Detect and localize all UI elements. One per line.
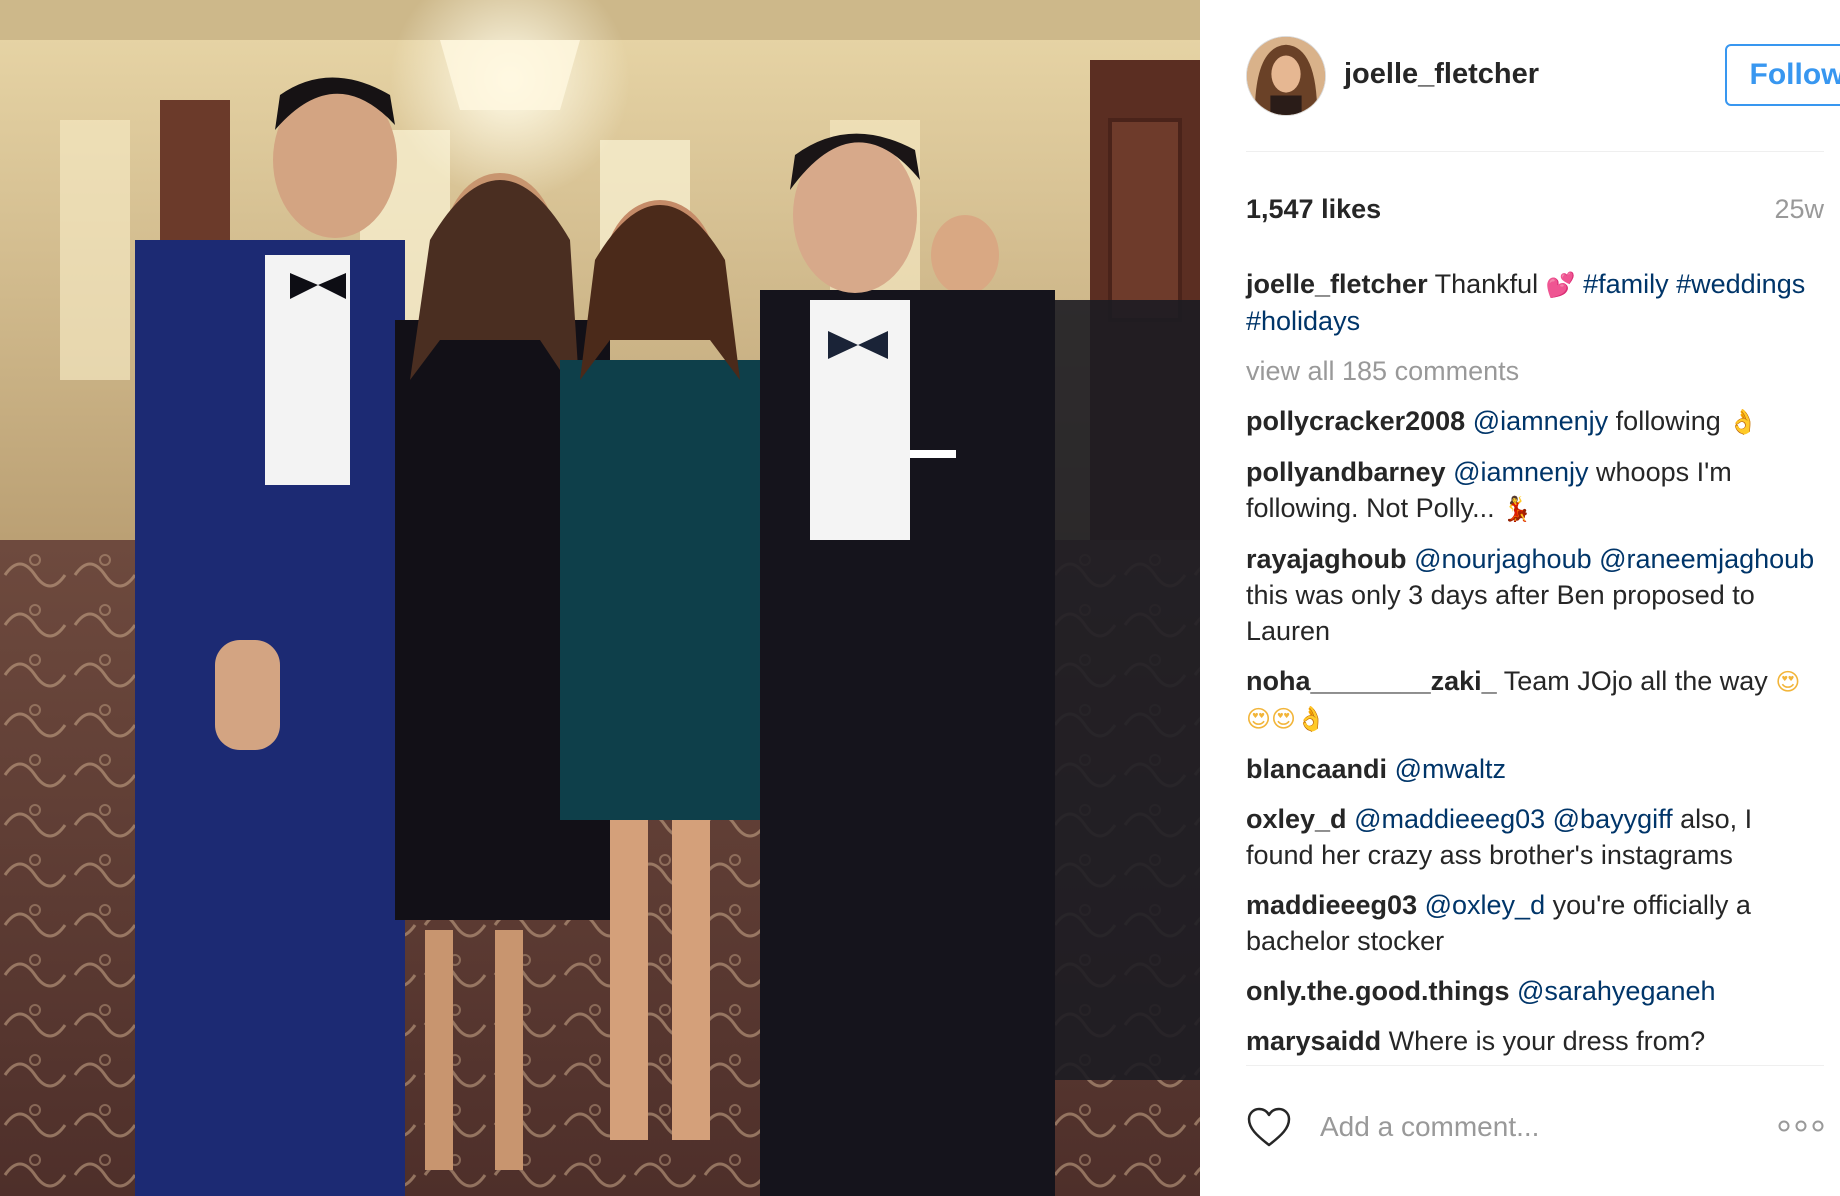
comment: noha________zaki_ Team JOjo all the way … [1246, 663, 1824, 737]
comment: only.the.good.things @sarahyeganeh [1246, 973, 1824, 1009]
add-comment-row [1246, 1100, 1824, 1160]
comment-username[interactable]: pollyandbarney [1246, 457, 1446, 487]
dancer-emoji: 💃 [1502, 495, 1533, 523]
hashtag-holidays[interactable]: #holidays [1246, 306, 1360, 336]
like-count[interactable]: 1,547 likes [1246, 194, 1381, 225]
comment-username[interactable]: maddieeeg03 [1246, 890, 1417, 920]
comment-mention[interactable]: @oxley_d [1425, 890, 1545, 920]
post-timestamp[interactable]: 25w [1774, 194, 1824, 225]
post-sidebar: joelle_fletcher Follow 1,547 likes 25w j… [1200, 0, 1840, 1196]
likes-row: 1,547 likes 25w [1246, 194, 1824, 230]
avatar-image [1247, 37, 1325, 115]
comment-mention[interactable]: @mwaltz [1395, 754, 1506, 784]
comment-mention[interactable]: @nourjaghoub [1414, 544, 1592, 574]
photo-illustration [0, 0, 1200, 1196]
comment-mention[interactable]: @sarahyeganeh [1517, 976, 1716, 1006]
post-author-username[interactable]: joelle_fletcher [1344, 58, 1539, 91]
comment: rayajaghoub @nourjaghoub @raneemjaghoub … [1246, 541, 1824, 649]
comment-username[interactable]: only.the.good.things [1246, 976, 1509, 1006]
hashtag-weddings[interactable]: #weddings [1676, 269, 1805, 299]
more-options-icon[interactable] [1778, 1118, 1824, 1134]
comment-username[interactable]: rayajaghoub [1246, 544, 1407, 574]
comment: maddieeeg03 @oxley_d you're officially a… [1246, 887, 1824, 959]
comment: oxley_d @maddieeeg03 @bayygiff also, I f… [1246, 801, 1824, 873]
heart-icon[interactable] [1246, 1106, 1292, 1148]
comment-username[interactable]: pollycracker2008 [1246, 406, 1465, 436]
comment-username[interactable]: oxley_d [1246, 804, 1347, 834]
comment-text: Where is your dress from? [1388, 1026, 1706, 1056]
comment-input[interactable] [1320, 1106, 1760, 1148]
header-divider [1246, 151, 1824, 152]
comment-username[interactable]: noha________zaki_ [1246, 666, 1497, 696]
comment-mention[interactable]: @iamnenjy [1453, 457, 1588, 487]
comment-mention[interactable]: @bayygiff [1553, 804, 1673, 834]
caption-text: Thankful [1434, 269, 1539, 299]
post-header: joelle_fletcher Follow [1246, 36, 1840, 116]
comment: pollycracker2008 @iamnenjy following 👌 [1246, 403, 1824, 440]
hashtag-family[interactable]: #family [1583, 269, 1669, 299]
comment-text: following [1615, 406, 1721, 436]
comment-list: joelle_fletcher Thankful 💕 #family #wedd… [1246, 266, 1824, 1073]
caption: joelle_fletcher Thankful 💕 #family #wedd… [1246, 266, 1824, 339]
comment-username[interactable]: blancaandi [1246, 754, 1387, 784]
two-hearts-emoji: 💕 [1545, 271, 1576, 299]
comment-divider [1246, 1065, 1824, 1066]
comment: blancaandi @mwaltz [1246, 751, 1824, 787]
view-all-comments-link[interactable]: view all 185 comments [1246, 353, 1824, 389]
post-photo[interactable] [0, 0, 1200, 1196]
comment-mention[interactable]: @maddieeeg03 [1354, 804, 1545, 834]
comment-mention[interactable]: @iamnenjy [1473, 406, 1608, 436]
caption-username[interactable]: joelle_fletcher [1246, 269, 1428, 299]
comment-text: Team JOjo all the way [1503, 666, 1768, 696]
comment-mention[interactable]: @raneemjaghoub [1599, 544, 1814, 574]
follow-button[interactable]: Follow [1725, 44, 1840, 106]
avatar[interactable] [1246, 36, 1326, 116]
ok-hand-emoji: 👌 [1728, 408, 1759, 436]
comment: marysaidd Where is your dress from? [1246, 1023, 1824, 1059]
comment: pollyandbarney @iamnenjy whoops I'm foll… [1246, 454, 1824, 527]
comment-username[interactable]: marysaidd [1246, 1026, 1381, 1056]
comment-text: this was only 3 days after Ben proposed … [1246, 580, 1755, 646]
